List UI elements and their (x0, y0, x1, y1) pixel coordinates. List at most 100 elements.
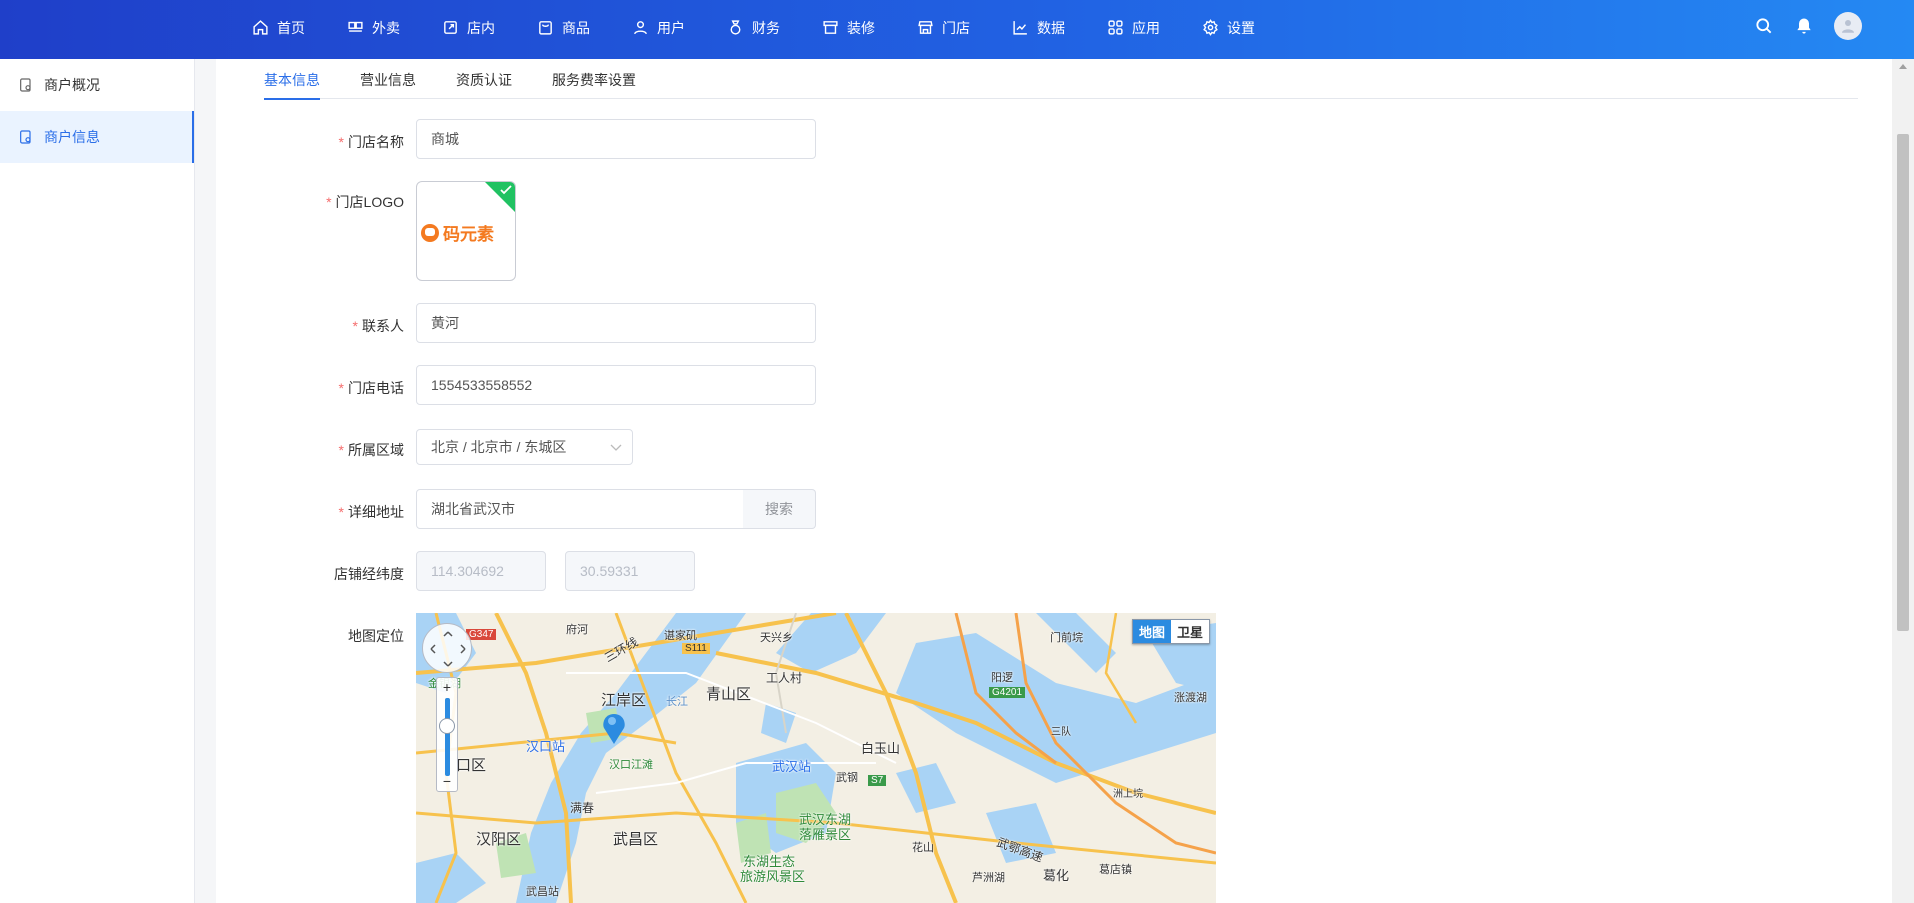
page-scrollbar[interactable] (1892, 59, 1914, 903)
nav-label: 门店 (942, 19, 970, 36)
required-mark: * (326, 194, 332, 210)
nav-item-delivery[interactable]: 外卖 (347, 18, 400, 38)
map-label-jiangan: 江岸区 (601, 692, 647, 709)
map-label-tianxing: 天兴乡 (760, 632, 793, 644)
map-label-fuhe: 府河 (566, 624, 588, 636)
nav-item-decoration[interactable]: 装修 (822, 18, 875, 38)
map-pan-control[interactable] (422, 623, 472, 673)
nav-label: 装修 (847, 19, 875, 36)
map-label-donghu-2: 落雁景区 (799, 827, 852, 842)
nav-label: 用户 (657, 19, 685, 36)
sidebar-item-info[interactable]: 商户信息 (0, 111, 194, 163)
label-text: 店铺经纬度 (334, 566, 404, 582)
top-navbar: 首页 外卖 店内 商品 用户 财务 装修 门店 数据 应用 设置 (0, 0, 1914, 59)
map-label: 地图定位 (216, 626, 404, 646)
zoom-in-button[interactable]: + (437, 679, 457, 695)
decoration-icon (823, 21, 838, 34)
pan-arrows-icon (430, 631, 466, 667)
top-right-tools (1754, 12, 1862, 40)
store-name-input[interactable]: 商城 (416, 119, 816, 159)
nav-item-settings[interactable]: 设置 (1202, 18, 1255, 38)
label-text: 联系人 (362, 318, 404, 334)
longitude-input[interactable]: 114.304692 (416, 551, 546, 591)
map-label-huashan: 花山 (912, 842, 934, 854)
scroll-up-icon[interactable] (1899, 64, 1907, 69)
address-label: * 详细地址 (216, 502, 404, 522)
nav-item-user[interactable]: 用户 (632, 18, 685, 38)
apps-icon (1108, 20, 1123, 35)
bell-icon[interactable] (1794, 16, 1814, 36)
tab-basic-info[interactable]: 基本信息 (264, 59, 320, 100)
store-name-label: * 门店名称 (216, 132, 404, 152)
label-text: 门店名称 (348, 134, 404, 150)
address-input[interactable]: 湖北省武汉市 (416, 489, 744, 529)
avatar[interactable] (1834, 12, 1862, 40)
sidebar: 商户概况 商户信息 (0, 59, 195, 903)
map-label-s111: S111 (682, 643, 710, 654)
map-mode-button[interactable]: 地图 (1132, 620, 1171, 643)
nav-item-goods[interactable]: 商品 (537, 18, 590, 38)
store-icon (918, 21, 933, 34)
map-label-changjiang: 长江 (666, 696, 688, 708)
latitude-input[interactable]: 30.59331 (565, 551, 695, 591)
goods-icon (539, 21, 552, 35)
logo-upload[interactable]: 码元素 (416, 181, 516, 281)
contact-input[interactable]: 黄河 (416, 303, 816, 343)
nav-item-dine-in[interactable]: 店内 (442, 18, 495, 38)
label-text: 地图定位 (348, 628, 404, 644)
map-view[interactable]: 江岸区 青山区 汉口站 汉口江滩 武汉站 白玉山 汉阳区 武昌区 武汉东湖 落雁… (416, 613, 1216, 903)
map-label-qiaokou: 口区 (456, 757, 487, 774)
map-label-gehua: 葛化 (1043, 868, 1070, 883)
chevron-down-icon (610, 444, 622, 451)
map-label-menqianling: 门前垸 (1050, 632, 1083, 644)
dine-in-icon (444, 21, 457, 34)
map-label-wuchang: 武昌区 (613, 831, 659, 848)
search-icon[interactable] (1754, 16, 1774, 36)
brand-logo-text: 码元素 (443, 225, 494, 245)
tab-business-info[interactable]: 营业信息 (360, 59, 416, 99)
map-label-qingshan: 青山区 (706, 686, 752, 703)
user-avatar-icon (1842, 20, 1854, 33)
zoom-out-button[interactable]: − (437, 773, 457, 789)
map-label-s7: S7 (868, 775, 887, 786)
region-value: 北京 / 北京市 / 东城区 (431, 439, 567, 455)
nav-item-home[interactable]: 首页 (252, 18, 305, 38)
required-mark: * (338, 134, 344, 150)
store-logo-label: * 门店LOGO (216, 192, 404, 212)
coords-label: 店铺经纬度 (216, 564, 404, 584)
finance-icon (730, 20, 741, 35)
sidebar-item-overview[interactable]: 商户概况 (0, 59, 194, 111)
tab-service-rate[interactable]: 服务费率设置 (552, 59, 636, 99)
gear-icon (1203, 19, 1218, 36)
nav-item-data[interactable]: 数据 (1012, 18, 1065, 38)
phone-input[interactable]: 1554533558552 (416, 365, 816, 405)
main-content: 基本信息 营业信息 资质认证 服务费率设置 * 门店名称 商城 * 门店LOGO 码… (216, 59, 1892, 903)
map-label-wugang: 武钢 (836, 772, 858, 784)
nav-item-store[interactable]: 门店 (917, 18, 970, 38)
brand-logo-mark (421, 223, 439, 242)
sidebar-item-label: 商户信息 (44, 129, 100, 145)
map-zoom-control[interactable]: + − (436, 677, 458, 792)
nav-label: 数据 (1037, 19, 1065, 36)
map-label-hanyang: 汉阳区 (476, 831, 522, 848)
required-mark: * (338, 380, 344, 396)
required-mark: * (338, 504, 344, 520)
nav-item-finance[interactable]: 财务 (727, 18, 780, 38)
tab-qualification[interactable]: 资质认证 (456, 59, 512, 99)
check-icon (500, 185, 512, 195)
label-text: 门店LOGO (335, 194, 404, 210)
delivery-icon (348, 21, 363, 32)
region-select[interactable]: 北京 / 北京市 / 东城区 (416, 429, 633, 465)
required-mark: * (352, 318, 358, 334)
address-search-button[interactable]: 搜索 (743, 489, 816, 529)
map-label-mantang: 满春 (570, 801, 595, 815)
satellite-mode-button[interactable]: 卫星 (1171, 620, 1209, 643)
chart-icon (1013, 21, 1027, 35)
map-label-luhu: 芦洲湖 (972, 872, 1005, 884)
nav-item-apps[interactable]: 应用 (1107, 18, 1160, 38)
nav-label: 设置 (1227, 19, 1255, 36)
region-label: * 所属区域 (216, 440, 404, 460)
zoom-slider-thumb[interactable] (439, 718, 455, 734)
nav-label: 首页 (277, 19, 305, 36)
scrollbar-thumb[interactable] (1897, 134, 1909, 631)
